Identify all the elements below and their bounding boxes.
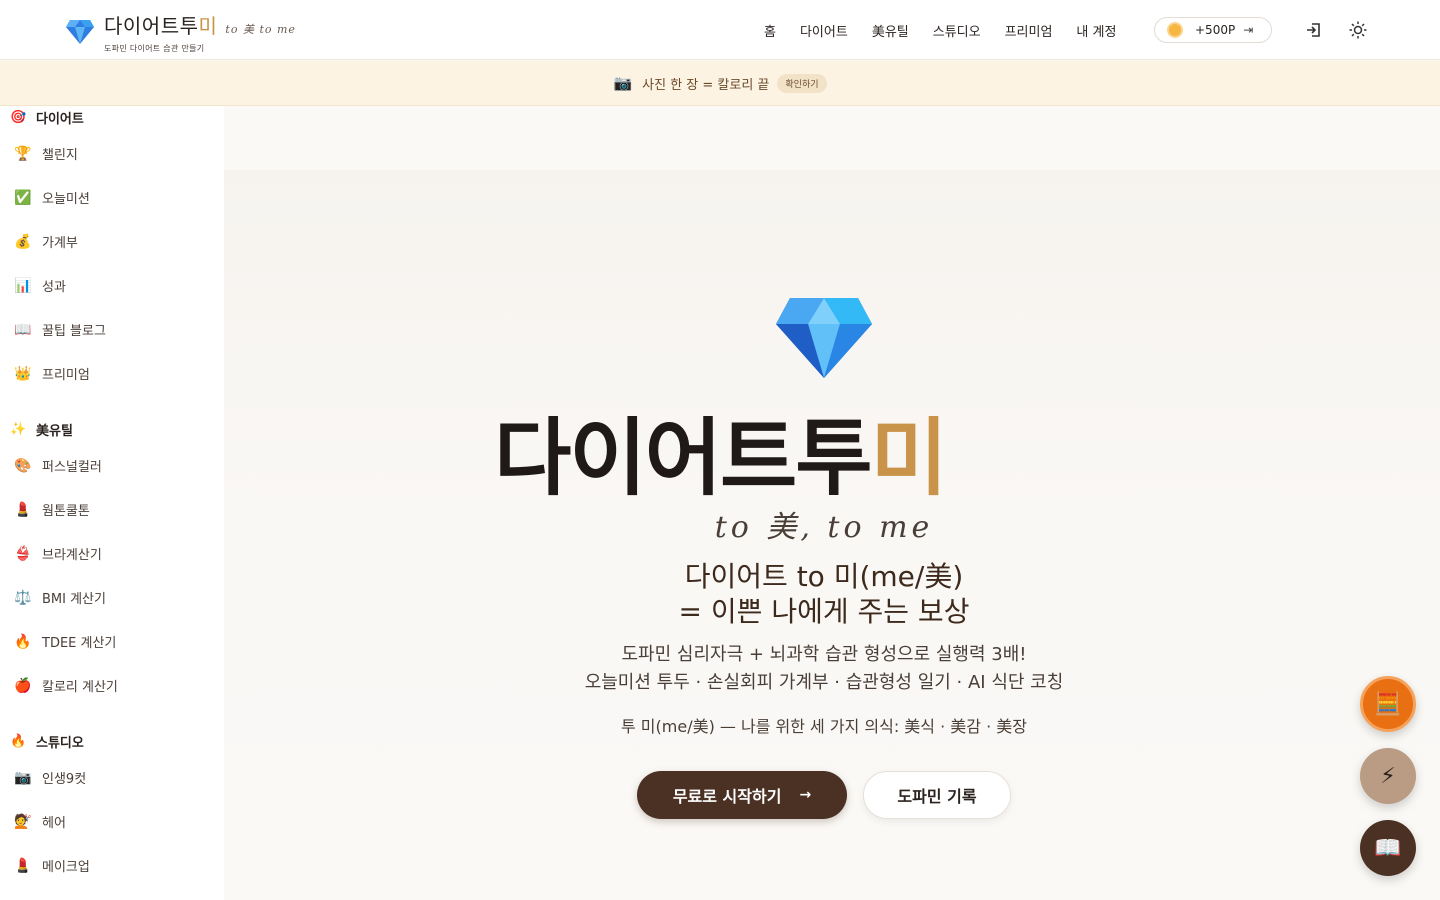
sidebar-item-makeup[interactable]: 💄 메이크업 <box>14 856 90 876</box>
start-free-label: 무료로 시작하기 <box>672 787 782 806</box>
points-label: +500P <box>1195 23 1236 37</box>
start-free-button[interactable]: 무료로 시작하기 → <box>637 771 847 819</box>
book-icon: 📖 <box>1374 835 1402 861</box>
main-nav: 홈 다이어트 美유틸 스튜디오 프리미엄 내 계정 <box>764 0 1140 60</box>
calculator-icon: 🧮 <box>1374 691 1402 717</box>
sidebar-item-label: 꿀팁 블로그 <box>42 324 106 339</box>
diamond-icon <box>66 20 94 44</box>
logo-subtitle: 도파민 다이어트 습관 만들기 <box>104 44 205 53</box>
hero-subtitle-line2: = 이쁜 나에게 주는 보상 <box>678 595 970 628</box>
sun-icon[interactable] <box>1348 20 1368 40</box>
nav-home[interactable]: 홈 <box>764 21 776 40</box>
hero-subtitle-line1: 다이어트 to 미(me/美) <box>684 560 964 593</box>
diamond-icon <box>776 298 872 378</box>
sidebar-item-life-9cut[interactable]: 📷 인생9컷 <box>14 768 87 788</box>
sidebar-item-challenge[interactable]: 🏆 챌린지 <box>14 144 78 164</box>
calculator-fab[interactable]: 🧮 <box>1360 676 1416 732</box>
sidebar-item-label: 메이크업 <box>42 860 90 875</box>
arrow-right-icon: → <box>799 787 812 803</box>
sidebar-item-tips-blog[interactable]: 📖 꿀팁 블로그 <box>14 320 106 340</box>
target-icon: 🎯 <box>10 110 27 125</box>
lipstick-icon: 💄 <box>14 857 32 874</box>
sidebar-item-premium[interactable]: 👑 프리미엄 <box>14 364 90 384</box>
nav-my-account[interactable]: 내 계정 <box>1076 21 1116 40</box>
sidebar-item-label: 성과 <box>42 280 66 295</box>
nav-diet[interactable]: 다이어트 <box>800 21 848 40</box>
dopamine-record-button[interactable]: 도파민 기록 <box>863 771 1011 819</box>
banner-text: 사진 한 장 = 칼로리 끝 <box>642 77 770 93</box>
login-arrow-icon: ⇥ <box>1243 23 1254 37</box>
nav-premium[interactable]: 프리미엄 <box>1005 21 1053 40</box>
points-button[interactable]: +500P ⇥ <box>1154 17 1272 43</box>
energy-fab[interactable]: ⚡ <box>1360 748 1416 804</box>
book-icon: 📖 <box>14 321 32 338</box>
top-header: 다이어트투미 to 美 to me 도파민 다이어트 습관 만들기 홈 다이어트… <box>0 0 1440 60</box>
camera-icon: 📷 <box>14 769 32 786</box>
hero-description-line1: 도파민 심리자극 + 뇌과학 습관 형성으로 실행력 3배! <box>621 644 1027 665</box>
check-icon: ✅ <box>14 189 32 206</box>
hero-ritual-text: 투 미(me/美) — 나를 위한 세 가지 의식: 美식 · 美감 · 美장 <box>621 717 1027 736</box>
hero-tagline: to 美, to me <box>714 510 934 545</box>
sidebar-item-label: 챌린지 <box>42 148 78 163</box>
sidebar-item-label: 가계부 <box>42 236 78 251</box>
crown-icon: 👑 <box>14 365 32 382</box>
hero-title: 다이어트투미 <box>494 409 948 507</box>
chart-icon: 📊 <box>14 277 32 294</box>
login-icon[interactable] <box>1304 20 1324 40</box>
hero-description-line2: 오늘미션 투두 · 손실회피 가계부 · 습관형성 일기 · AI 식단 코칭 <box>584 672 1064 693</box>
camera-icon: 📷 <box>613 74 633 92</box>
nav-studio[interactable]: 스튜디오 <box>933 21 981 40</box>
book-fab[interactable]: 📖 <box>1360 820 1416 876</box>
lightning-icon: ⚡ <box>1380 763 1396 789</box>
promo-banner[interactable]: 📷 사진 한 장 = 칼로리 끝 확인하기 <box>0 61 1440 106</box>
haircut-icon: 💇 <box>14 813 32 830</box>
logo-title: 다이어트투미 <box>104 14 218 38</box>
coin-icon <box>1167 22 1183 38</box>
sidebar-item-label: 프리미엄 <box>42 368 90 383</box>
sidebar-item-label: 오늘미션 <box>42 192 90 207</box>
logo[interactable]: 다이어트투미 to 美 to me 도파민 다이어트 습관 만들기 <box>66 10 296 54</box>
banner-cta[interactable]: 확인하기 <box>777 73 827 93</box>
trophy-icon: 🏆 <box>14 145 32 162</box>
dopamine-record-label: 도파민 기록 <box>897 787 977 806</box>
money-bag-icon: 💰 <box>14 233 32 250</box>
nav-beauty-utils[interactable]: 美유틸 <box>872 21 909 40</box>
sidebar-section-diet: 🎯 다이어트 <box>10 110 84 127</box>
sidebar-item-today-mission[interactable]: ✅ 오늘미션 <box>14 188 90 208</box>
sidebar-item-results[interactable]: 📊 성과 <box>14 276 66 296</box>
sidebar-item-label: 헤어 <box>42 816 66 831</box>
sidebar-item-hair[interactable]: 💇 헤어 <box>14 812 66 832</box>
logo-tagline: to 美 to me <box>225 23 296 36</box>
sidebar-item-ledger[interactable]: 💰 가계부 <box>14 232 78 252</box>
sidebar-item-label: 인생9컷 <box>42 772 87 787</box>
